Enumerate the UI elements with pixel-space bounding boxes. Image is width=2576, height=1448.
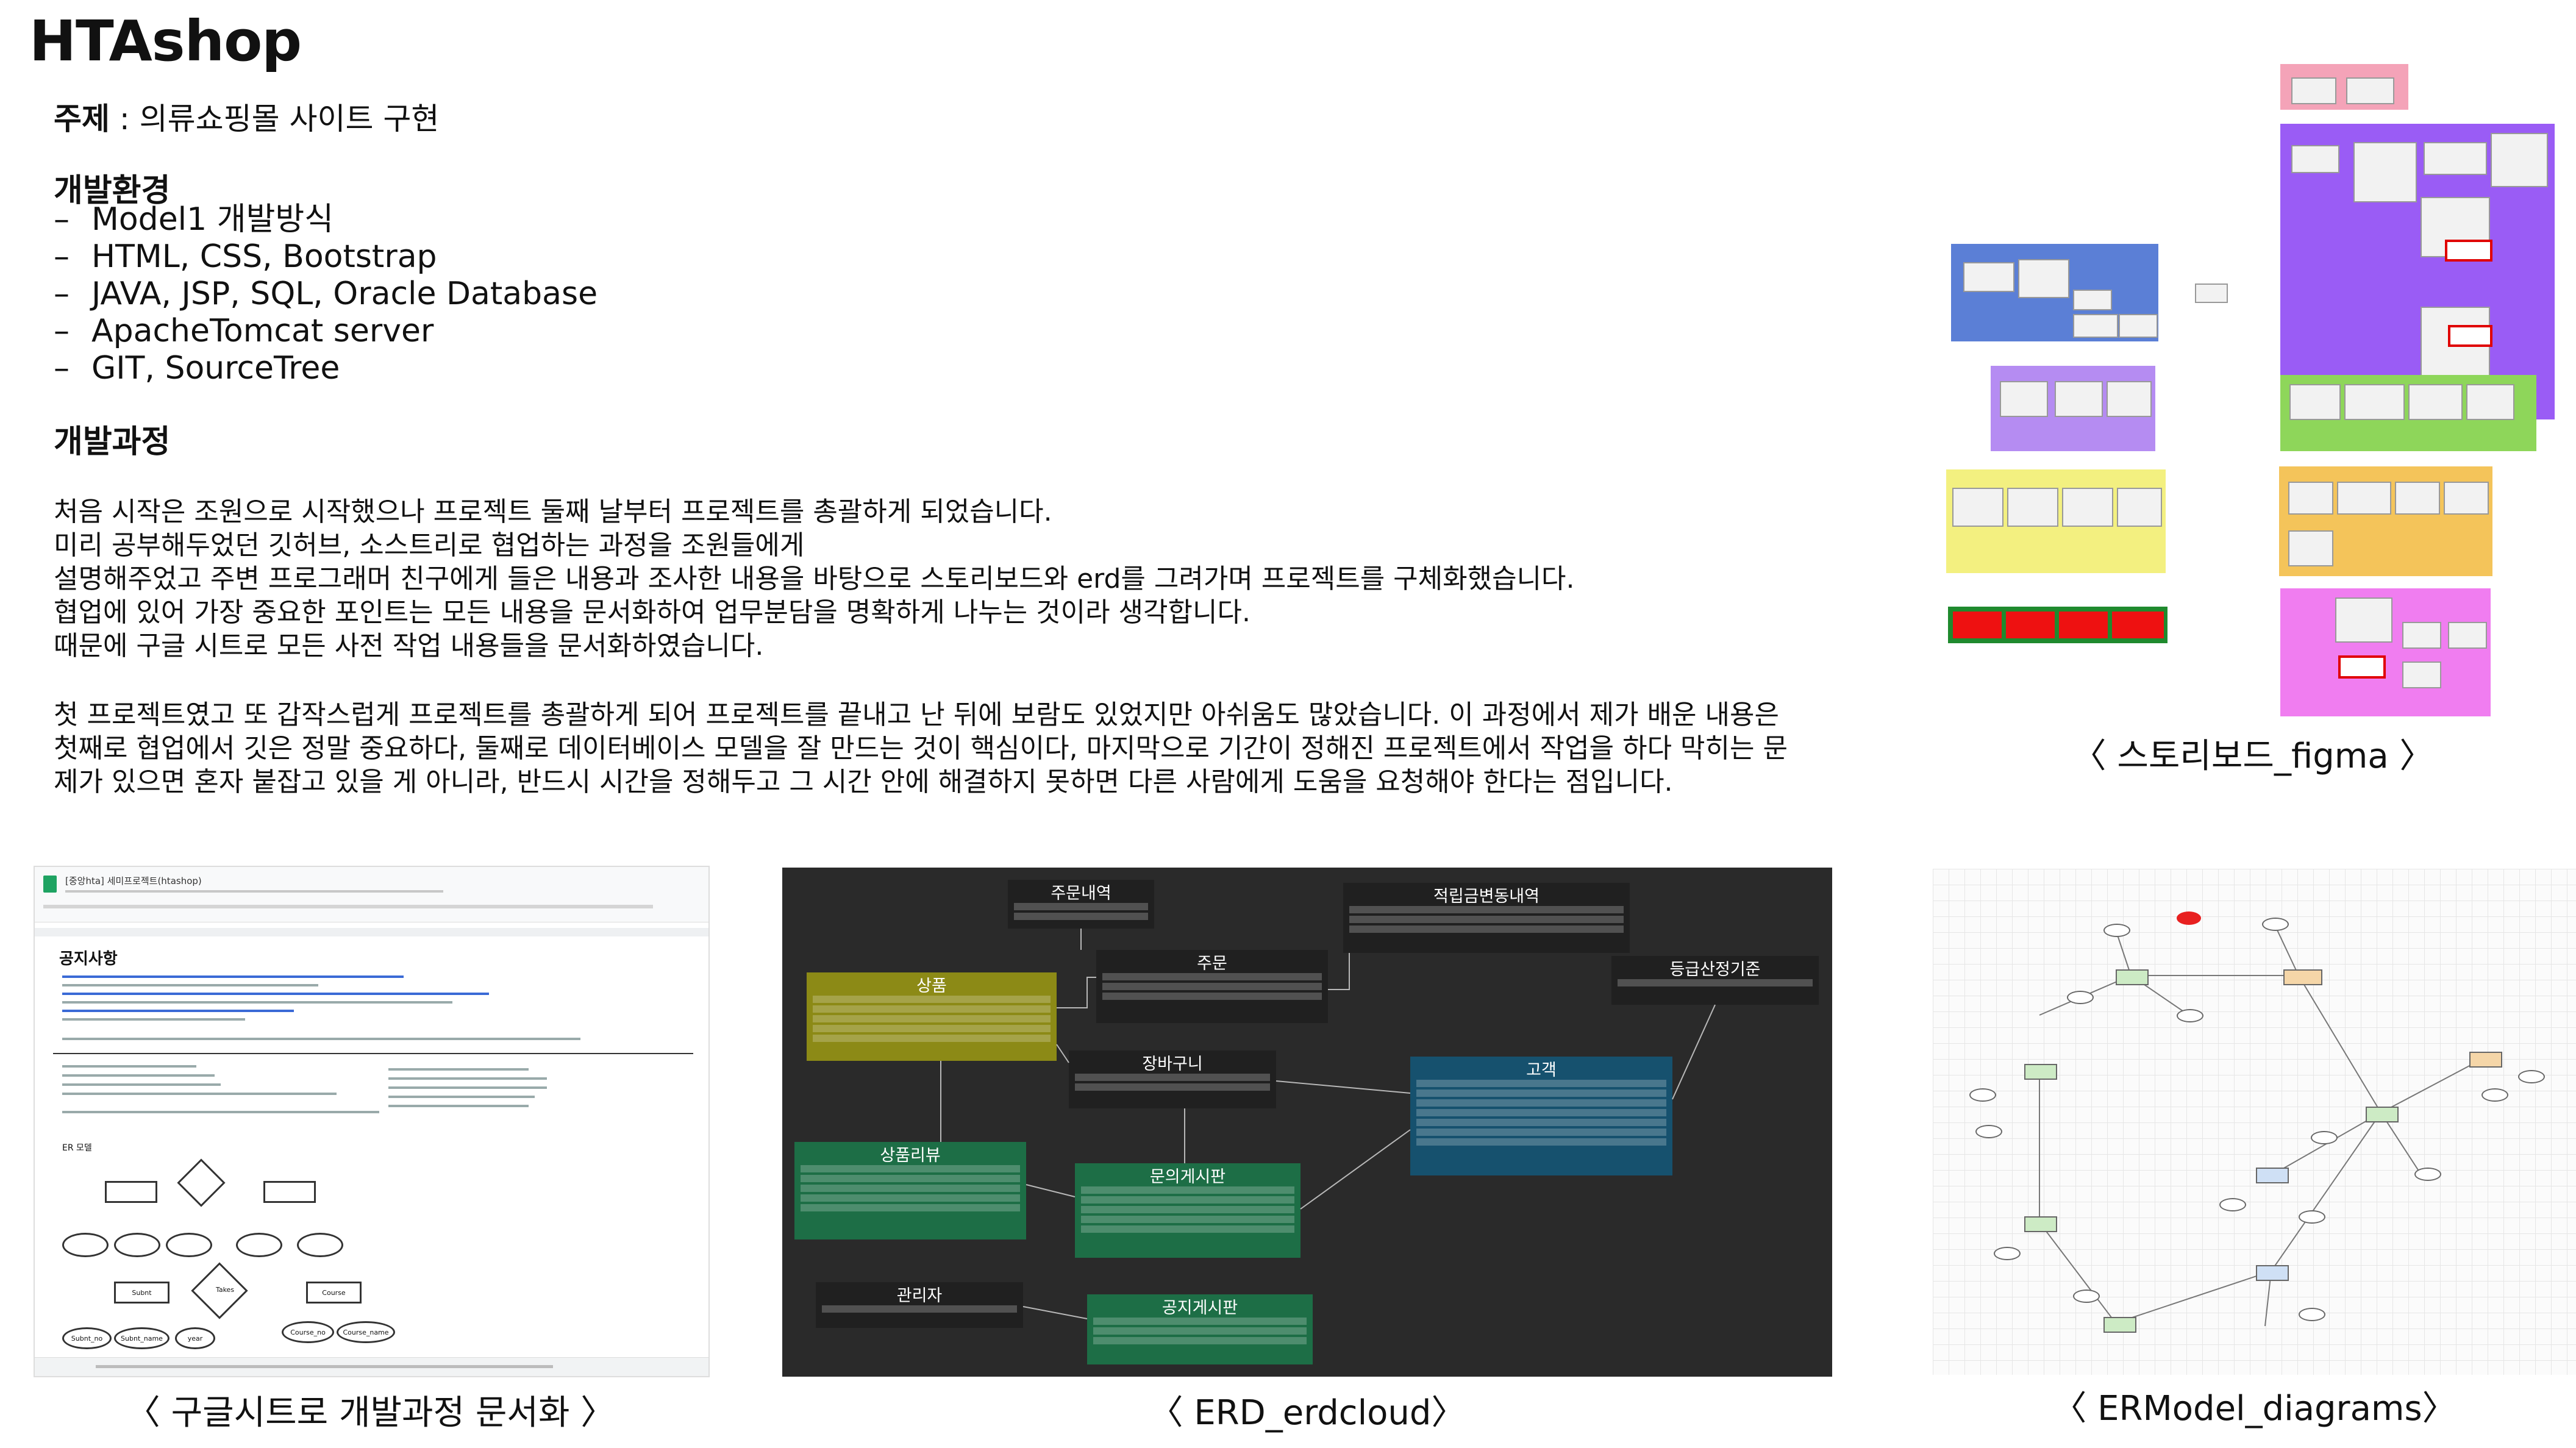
storyboard-frame-lavender bbox=[1991, 366, 2155, 451]
sheet-attribute: Subnt_name bbox=[114, 1327, 169, 1349]
erd-caption: 〈 ERD_erdcloud〉 bbox=[1149, 1393, 1466, 1433]
erd-relations bbox=[940, 929, 1716, 1319]
sheet-section-title: 공지사항 bbox=[59, 950, 118, 968]
sheet-attribute: Course_name bbox=[337, 1321, 395, 1343]
environment-list: Model1 개발방식 HTML, CSS, Bootstrap JAVA, J… bbox=[54, 201, 598, 387]
google-sheet-image: [중앙hta] 세미프로젝트(htashop) 공지사항 ER 모델 Subnt… bbox=[34, 866, 710, 1377]
topic-line: 주제 : 의류쇼핑몰 사이트 구현 bbox=[54, 95, 439, 138]
environment-item: ApacheTomcat server bbox=[54, 313, 598, 350]
sheet-er-label: ER 모델 bbox=[62, 1143, 92, 1153]
process-heading: 개발과정 bbox=[54, 424, 171, 460]
figma-storyboard-image bbox=[1945, 58, 2561, 722]
environment-item: HTML, CSS, Bootstrap bbox=[54, 238, 598, 276]
environment-item: GIT, SourceTree bbox=[54, 350, 598, 387]
page-title: HTAshop bbox=[29, 9, 302, 74]
process-paragraph-2: 첫 프로젝트였고 또 갑작스럽게 프로젝트를 총괄하게 되어 프로젝트를 끝내고… bbox=[54, 698, 1822, 799]
topic-label: 주제 bbox=[54, 101, 110, 137]
process-line: 처음 시작은 조원으로 시작했으나 프로젝트 둘째 날부터 프로젝트를 총괄하게… bbox=[54, 496, 1052, 527]
sheet-tabs bbox=[35, 1357, 708, 1376]
er-model-image bbox=[1933, 869, 2576, 1375]
storyboard-frame-red-row bbox=[1948, 607, 2167, 643]
storyboard-frame-yellow bbox=[1946, 469, 2166, 573]
sheet-attribute: Course_no bbox=[282, 1321, 334, 1343]
process-line: 미리 공부해두었던 깃허브, 소스트리로 협업하는 과정을 조원들에게 bbox=[54, 530, 805, 561]
storyboard-frame-blue bbox=[1951, 244, 2158, 341]
figma-caption: 〈 스토리보드_figma 〉 bbox=[2072, 736, 2434, 776]
sheet-attribute: year bbox=[175, 1327, 215, 1349]
environment-item: JAVA, JSP, SQL, Oracle Database bbox=[54, 276, 598, 313]
sheet-entity: Course bbox=[306, 1282, 362, 1304]
storyboard-small-screens bbox=[2195, 284, 2228, 303]
sheet-relation: Takes bbox=[215, 1285, 235, 1294]
process-line: 협업에 있어 가장 중요한 포인트는 모든 내용을 문서화하여 업무분담을 명확… bbox=[54, 597, 1251, 628]
process-line: 첫째로 협업에서 깃은 정말 중요하다, 둘째로 데이터베이스 모델을 잘 만드… bbox=[54, 733, 1788, 764]
sheet-entity: Subnt bbox=[114, 1282, 169, 1304]
storyboard-frame-pink-large bbox=[2280, 588, 2491, 716]
process-line: 첫 프로젝트였고 또 갑작스럽게 프로젝트를 총괄하게 되어 프로젝트를 끝내고… bbox=[54, 699, 1779, 730]
sheet-attribute: Subnt_no bbox=[62, 1327, 112, 1349]
process-line: 제가 있으면 혼자 붙잡고 있을 게 아니라, 반드시 시간을 정해두고 그 시… bbox=[54, 766, 1673, 797]
erd-image: 주문내역 적립금변동내역 주문 상품 등급산정기준 장바구니 고객 상품리뷰 문… bbox=[782, 868, 1832, 1377]
sheet-caption: 〈 구글시트로 개발과정 문서화 〉 bbox=[126, 1393, 615, 1433]
environment-item: Model1 개발방식 bbox=[54, 201, 598, 238]
sheets-logo-icon bbox=[43, 876, 57, 893]
sheet-doc-title: [중앙hta] 세미프로젝트(htashop) bbox=[65, 876, 202, 886]
process-line: 때문에 구글 시트로 모든 사전 작업 내용들을 문서화하였습니다. bbox=[54, 630, 764, 662]
er-model-lines bbox=[2039, 923, 2485, 1327]
storyboard-frame-pink bbox=[2280, 64, 2408, 110]
er-caption: 〈 ERModel_diagrams〉 bbox=[2052, 1389, 2456, 1428]
topic-text: : 의류쇼핑몰 사이트 구현 bbox=[110, 101, 440, 137]
storyboard-frame-orange bbox=[2279, 466, 2492, 576]
process-paragraph-1: 처음 시작은 조원으로 시작했으나 프로젝트 둘째 날부터 프로젝트를 총괄하게… bbox=[54, 495, 1822, 663]
sheet-toolbar: [중앙hta] 세미프로젝트(htashop) bbox=[35, 867, 708, 922]
process-line: 설명해주었고 주변 프로그래머 친구에게 들은 내용과 조사한 내용을 바탕으로… bbox=[54, 563, 1575, 594]
storyboard-frame-green bbox=[2280, 375, 2536, 451]
